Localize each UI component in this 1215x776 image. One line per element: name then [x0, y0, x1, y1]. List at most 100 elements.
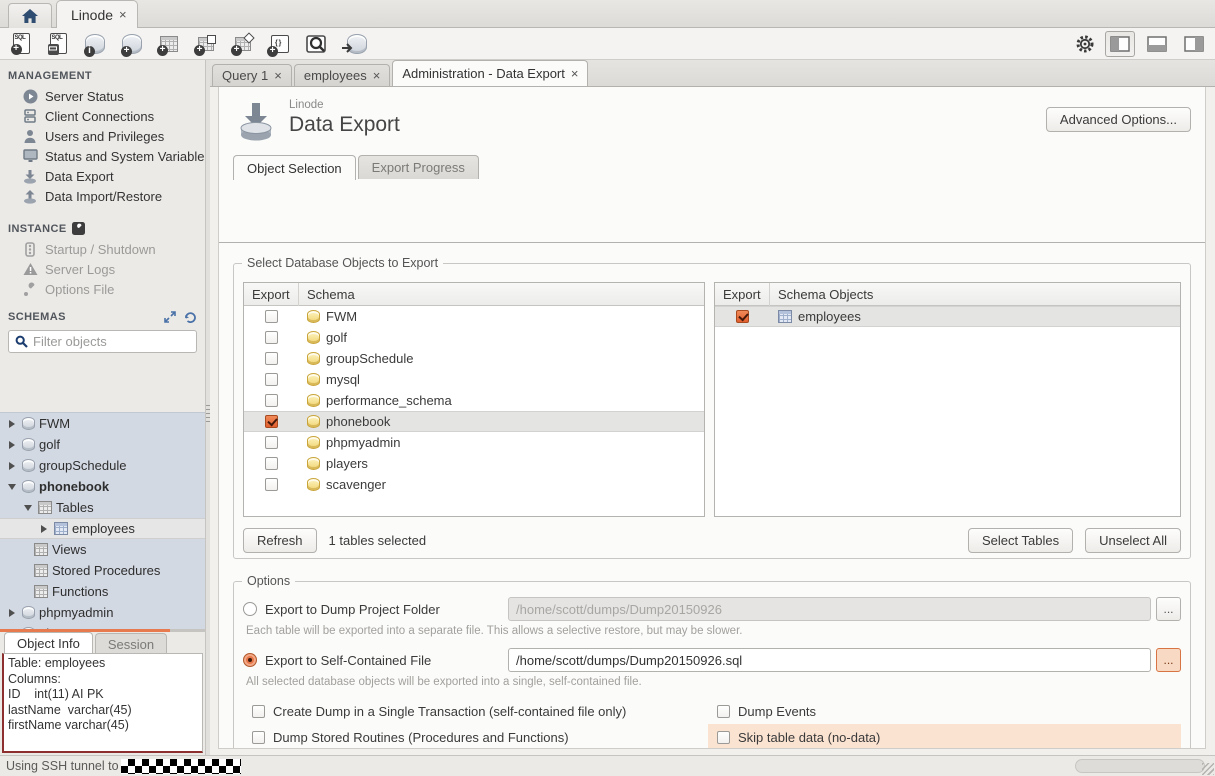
- schema-row[interactable]: golf: [244, 327, 704, 348]
- export-checkbox[interactable]: [265, 310, 278, 323]
- schema-row[interactable]: players: [244, 453, 704, 474]
- expander-icon[interactable]: [6, 484, 18, 490]
- tree-item-table-employees[interactable]: employees: [0, 518, 205, 539]
- self-contained-path-input[interactable]: [508, 648, 1151, 672]
- export-checkbox-checked[interactable]: [736, 310, 749, 323]
- create-table-icon[interactable]: +: [156, 31, 182, 57]
- object-row-selected[interactable]: employees: [715, 306, 1180, 327]
- tree-item-functions-folder[interactable]: Functions: [0, 581, 205, 602]
- home-tab[interactable]: [8, 3, 52, 28]
- export-checkbox-checked[interactable]: [265, 415, 278, 428]
- dump-folder-browse-button[interactable]: ...: [1156, 597, 1181, 621]
- close-icon[interactable]: ×: [571, 66, 579, 81]
- export-checkbox[interactable]: [265, 331, 278, 344]
- single-transaction-checkbox[interactable]: [252, 705, 265, 718]
- tab-export-progress[interactable]: Export Progress: [358, 155, 479, 179]
- export-checkbox[interactable]: [265, 436, 278, 449]
- add-database-icon[interactable]: +: [119, 31, 145, 57]
- new-sql-editor-icon[interactable]: SQL+: [8, 31, 34, 57]
- dump-stored-routines-checkbox[interactable]: [252, 731, 265, 744]
- schema-row[interactable]: mysql: [244, 369, 704, 390]
- expander-icon[interactable]: [22, 505, 34, 511]
- tree-item-stored-procedures-folder[interactable]: Stored Procedures: [0, 560, 205, 581]
- toggle-right-sidebar-button[interactable]: [1179, 31, 1209, 57]
- expander-icon[interactable]: [6, 420, 18, 428]
- tree-item-schema[interactable]: phpmyadmin: [0, 602, 205, 623]
- expander-icon[interactable]: [6, 462, 18, 470]
- schema-row-selected[interactable]: phonebook: [244, 411, 704, 432]
- expander-icon[interactable]: [6, 441, 18, 449]
- skip-table-data-option[interactable]: Skip table data (no-data): [708, 724, 1181, 749]
- toggle-bottom-panel-button[interactable]: [1142, 31, 1172, 57]
- schema-row[interactable]: FWM: [244, 306, 704, 327]
- reconnect-database-icon[interactable]: [341, 31, 367, 57]
- tab-object-info[interactable]: Object Info: [4, 632, 93, 654]
- open-sql-script-icon[interactable]: SQL▭: [45, 31, 71, 57]
- close-icon[interactable]: ×: [373, 68, 381, 83]
- dump-folder-path-input[interactable]: [508, 597, 1151, 621]
- sidebar-item-startup-shutdown[interactable]: Startup / Shutdown: [0, 239, 205, 259]
- sidebar-item-server-logs[interactable]: Server Logs: [0, 259, 205, 279]
- dump-stored-routines-option[interactable]: Dump Stored Routines (Procedures and Fun…: [243, 730, 708, 745]
- create-stored-procedure-icon[interactable]: +: [230, 31, 256, 57]
- sidebar-item-data-export[interactable]: Data Export: [0, 166, 205, 186]
- single-transaction-option[interactable]: Create Dump in a Single Transaction (sel…: [243, 704, 708, 719]
- schema-row[interactable]: groupSchedule: [244, 348, 704, 369]
- expander-icon[interactable]: [6, 609, 18, 617]
- sidebar-item-client-connections[interactable]: Client Connections: [0, 106, 205, 126]
- statusbar-scroll-pill[interactable]: [1075, 759, 1205, 773]
- create-function-icon[interactable]: { } +: [267, 31, 293, 57]
- close-icon[interactable]: ×: [274, 68, 282, 83]
- tree-item-schema[interactable]: FWM: [0, 413, 205, 434]
- sidebar-item-data-import[interactable]: Data Import/Restore: [0, 186, 205, 206]
- expander-icon[interactable]: [38, 525, 50, 533]
- tab-employees[interactable]: employees ×: [294, 64, 390, 86]
- divider: [170, 629, 205, 632]
- self-contained-label[interactable]: Export to Self-Contained File: [265, 653, 508, 668]
- export-checkbox[interactable]: [265, 394, 278, 407]
- dump-folder-radio[interactable]: [243, 602, 257, 616]
- tab-query-1[interactable]: Query 1 ×: [212, 64, 292, 86]
- tab-object-selection[interactable]: Object Selection: [233, 155, 356, 180]
- tab-session[interactable]: Session: [95, 633, 167, 654]
- unselect-all-button[interactable]: Unselect All: [1085, 528, 1181, 553]
- advanced-options-button[interactable]: Advanced Options...: [1046, 107, 1191, 132]
- expand-schemas-icon[interactable]: [164, 311, 176, 323]
- connection-tab[interactable]: Linode ×: [56, 0, 138, 28]
- tree-item-schema[interactable]: groupSchedule: [0, 455, 205, 476]
- tree-item-schema[interactable]: golf: [0, 434, 205, 455]
- sidebar-item-server-status[interactable]: Server Status: [0, 86, 205, 106]
- schema-row[interactable]: performance_schema: [244, 390, 704, 411]
- tab-administration-data-export[interactable]: Administration - Data Export ×: [392, 60, 588, 86]
- create-schema-icon[interactable]: i: [82, 31, 108, 57]
- tree-item-tables-folder[interactable]: Tables: [0, 497, 205, 518]
- export-checkbox[interactable]: [265, 352, 278, 365]
- toggle-left-sidebar-button[interactable]: [1105, 31, 1135, 57]
- create-view-icon[interactable]: +: [193, 31, 219, 57]
- sidebar-item-status-system-variables[interactable]: Status and System Variables: [0, 146, 205, 166]
- dump-events-option[interactable]: Dump Events: [708, 698, 1181, 724]
- export-checkbox[interactable]: [265, 457, 278, 470]
- refresh-schemas-icon[interactable]: [184, 311, 197, 323]
- preferences-gear-icon[interactable]: [1072, 31, 1098, 57]
- tree-item-schema-phonebook[interactable]: phonebook: [0, 476, 205, 497]
- window-resize-grip[interactable]: [1202, 763, 1214, 775]
- dump-folder-label[interactable]: Export to Dump Project Folder: [265, 602, 508, 617]
- skip-table-data-checkbox[interactable]: [717, 731, 730, 744]
- connection-tab-close-icon[interactable]: ×: [119, 7, 127, 22]
- self-contained-browse-button[interactable]: ...: [1156, 648, 1181, 672]
- search-objects-icon[interactable]: [304, 31, 330, 57]
- sidebar-item-options-file[interactable]: Options File: [0, 279, 205, 299]
- schema-row[interactable]: phpmyadmin: [244, 432, 704, 453]
- select-tables-button[interactable]: Select Tables: [968, 528, 1073, 553]
- dump-events-checkbox[interactable]: [717, 705, 730, 718]
- export-checkbox[interactable]: [265, 478, 278, 491]
- export-checkbox[interactable]: [265, 373, 278, 386]
- self-contained-radio-checked[interactable]: [243, 653, 257, 667]
- tree-item-views-folder[interactable]: Views: [0, 539, 205, 560]
- schema-filter-input[interactable]: [33, 334, 205, 349]
- schema-row[interactable]: scavenger: [244, 474, 704, 495]
- refresh-button[interactable]: Refresh: [243, 528, 317, 553]
- sidebar-item-users-privileges[interactable]: Users and Privileges: [0, 126, 205, 146]
- dump-options-grid: Create Dump in a Single Transaction (sel…: [243, 698, 1181, 749]
